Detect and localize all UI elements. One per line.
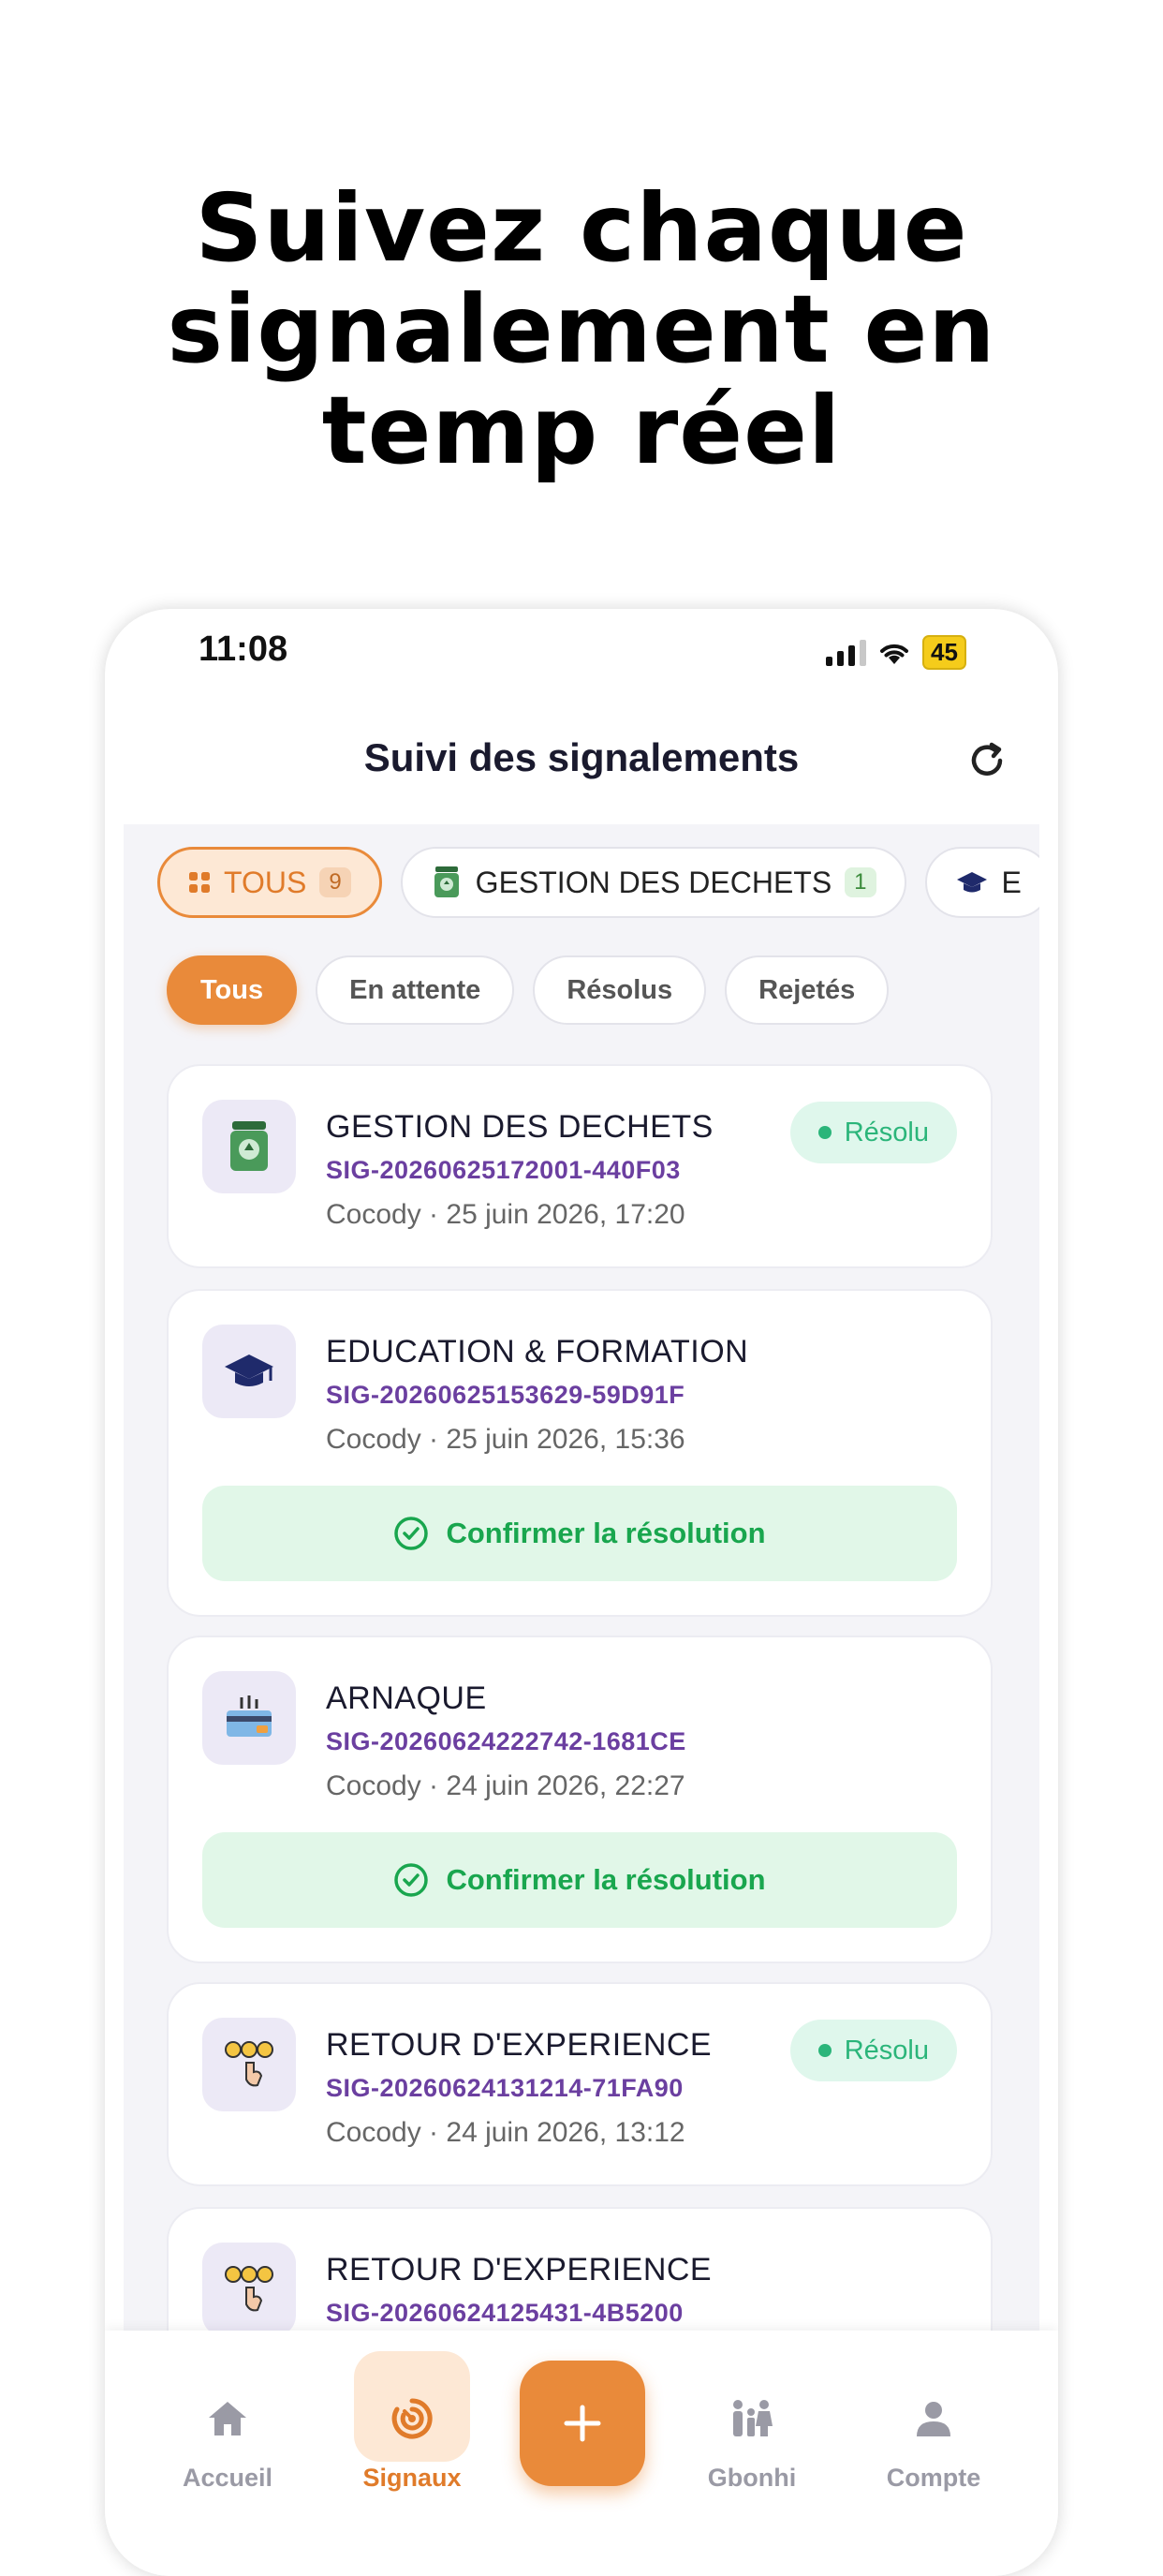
check-circle-icon [394, 1863, 429, 1897]
category-icon-box [202, 2018, 296, 2111]
page-title: Suivi des signalements [363, 735, 800, 779]
report-card[interactable]: EDUCATION & FORMATION SIG-20260625153629… [167, 1289, 993, 1617]
filter-resolved[interactable]: Résolus [533, 955, 707, 1025]
category-icon-box [202, 1100, 296, 1193]
headline-line-1: Suivez chaque [195, 173, 968, 283]
confirm-resolution-button[interactable]: Confirmer la résolution [202, 1486, 957, 1581]
battery-indicator: 45 [922, 635, 966, 670]
add-report-button[interactable] [520, 2361, 645, 2486]
filter-rejected[interactable]: Rejetés [725, 955, 890, 1025]
report-list-area: TOUS 9 GESTION DES DECHETS 1 E Tous En a… [124, 824, 1039, 2332]
report-card[interactable]: GESTION DES DECHETS SIG-20260625172001-4… [167, 1064, 993, 1268]
home-icon [209, 2402, 246, 2435]
status-badge-label: Résolu [844, 2035, 929, 2065]
filter-pending[interactable]: En attente [316, 955, 515, 1025]
chip-education[interactable]: E [924, 847, 1039, 918]
status-filters: Tous En attente Résolus Rejetés [167, 955, 890, 1025]
nav-signaux-label: Signaux [362, 2464, 462, 2492]
report-category: RETOUR D'EXPERIENCE [326, 2027, 713, 2063]
wifi-icon [880, 644, 908, 664]
nav-accueil[interactable]: Accueil [157, 2391, 298, 2493]
category-icon-box [202, 1671, 296, 1765]
report-reference: SIG-20260625172001-440F03 [326, 1156, 681, 1184]
status-time: 11:08 [199, 629, 288, 669]
grid-icon [189, 872, 210, 893]
feedback-icon [225, 2266, 273, 2312]
nav-accueil-label: Accueil [182, 2464, 273, 2492]
report-card[interactable]: RETOUR D'EXPERIENCE SIG-20260624125431-4… [167, 2207, 993, 2332]
filter-all[interactable]: Tous [167, 955, 298, 1025]
graduation-cap-icon [225, 1355, 273, 1386]
category-icon-box [202, 1325, 296, 1418]
nav-compte[interactable]: Compte [863, 2391, 1004, 2493]
nav-compte-label: Compte [886, 2464, 981, 2492]
nav-signaux[interactable]: Signaux [342, 2391, 482, 2493]
confirm-resolution-button[interactable]: Confirmer la résolution [202, 1832, 957, 1928]
report-meta: Cocody · 25 juin 2026, 15:36 [326, 1424, 685, 1455]
report-reference: SIG-20260624222742-1681CE [326, 1727, 686, 1755]
report-category: GESTION DES DECHETS [326, 1109, 714, 1145]
headline-line-3: temp réel [321, 376, 842, 485]
check-circle-icon [394, 1517, 429, 1550]
report-card[interactable]: ARNAQUE SIG-20260624222742-1681CE Cocody… [167, 1636, 993, 1963]
report-category: EDUCATION & FORMATION [326, 1334, 749, 1369]
user-icon [917, 2402, 950, 2436]
headline-line-2: signalement en [167, 274, 996, 384]
chip-all[interactable]: TOUS 9 [157, 847, 382, 918]
chip-gestion-dechets-count: 1 [845, 867, 876, 897]
card-scam-icon [227, 1695, 272, 1737]
report-reference: SIG-20260625153629-59D91F [326, 1381, 685, 1409]
chip-gestion-dechets[interactable]: GESTION DES DECHETS 1 [400, 847, 906, 918]
headline: Suivez chaque signalement en temp réel [0, 178, 1163, 481]
category-chips: TOUS 9 GESTION DES DECHETS 1 E [157, 847, 1039, 918]
report-reference: SIG-20260624131214-71FA90 [326, 2074, 684, 2102]
report-meta: Cocody · 24 juin 2026, 13:12 [326, 2117, 685, 2148]
trash-bin-icon [230, 1121, 268, 1171]
report-category: RETOUR D'EXPERIENCE [326, 2252, 713, 2287]
family-icon [733, 2400, 773, 2436]
bottom-navigation: Accueil Signaux Gbonhi Compte [105, 2331, 1058, 2576]
chip-gestion-dechets-label: GESTION DES DECHETS [475, 865, 832, 899]
nav-gbonhi-label: Gbonhi [707, 2464, 797, 2492]
phone-frame: 11:08 45 Suivi des signalements TOUS 9 G… [105, 609, 1058, 2576]
status-badge: Résolu [789, 2020, 957, 2081]
status-badge: Résolu [789, 1102, 957, 1163]
status-badge-label: Résolu [844, 1117, 929, 1147]
cellular-signal-icon [826, 639, 866, 666]
trash-bin-icon [434, 866, 459, 897]
plus-icon [564, 2405, 601, 2442]
report-card[interactable]: RETOUR D'EXPERIENCE SIG-20260624131214-7… [167, 1982, 993, 2186]
nav-gbonhi[interactable]: Gbonhi [682, 2391, 822, 2493]
confirm-resolution-label: Confirmer la résolution [446, 1517, 766, 1549]
report-reference: SIG-20260624125431-4B5200 [326, 2299, 684, 2327]
report-category: ARNAQUE [326, 1680, 487, 1716]
category-icon-box [202, 2243, 296, 2332]
status-icons: 45 [826, 635, 966, 670]
report-meta: Cocody · 24 juin 2026, 22:27 [326, 1770, 685, 1801]
chip-all-count: 9 [319, 867, 351, 897]
signal-icon [391, 2398, 433, 2439]
refresh-icon[interactable] [964, 738, 1009, 783]
chip-education-label: E [1001, 865, 1022, 899]
feedback-icon [225, 2041, 273, 2087]
report-meta: Cocody · 25 juin 2026, 17:20 [326, 1199, 685, 1230]
graduation-cap-icon [956, 872, 987, 893]
chip-all-label: TOUS [224, 865, 307, 899]
confirm-resolution-label: Confirmer la résolution [446, 1863, 766, 1896]
